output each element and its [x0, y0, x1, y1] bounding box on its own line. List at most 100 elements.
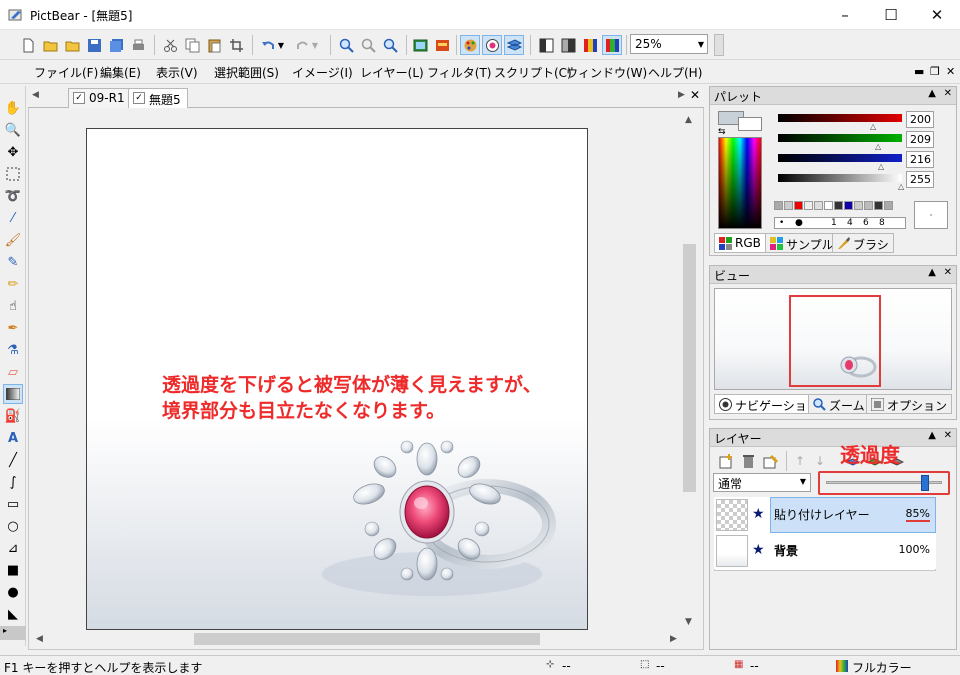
- text-tool-icon[interactable]: A: [3, 428, 23, 448]
- layers-close-icon[interactable]: ✕: [944, 430, 952, 441]
- print-icon[interactable]: [128, 35, 148, 55]
- open-folder-icon[interactable]: [62, 35, 82, 55]
- tab-sample[interactable]: サンプル: [765, 233, 839, 253]
- blue-slider-handle[interactable]: △: [878, 162, 884, 171]
- vertical-scroll-thumb[interactable]: [683, 244, 696, 492]
- green-slider[interactable]: [778, 134, 902, 142]
- layer-down-icon[interactable]: ↓: [810, 451, 830, 471]
- swatch[interactable]: [844, 201, 853, 210]
- crop-icon[interactable]: [226, 35, 246, 55]
- tab-scroll-right-icon[interactable]: ▶: [678, 90, 685, 100]
- swatch[interactable]: [824, 201, 833, 210]
- menu-window[interactable]: ウィンドウ(W): [566, 64, 647, 81]
- dropper-tool-icon[interactable]: ⚗: [3, 340, 23, 360]
- eraser-tool-icon[interactable]: ▱: [3, 362, 23, 382]
- save-all-icon[interactable]: [106, 35, 126, 55]
- background-color-swatch[interactable]: [738, 117, 762, 131]
- swatch[interactable]: [884, 201, 893, 210]
- magnifier-tool-icon[interactable]: 🔍: [3, 120, 23, 140]
- alpha-slider[interactable]: [778, 174, 902, 182]
- wand-tool-icon[interactable]: ⁄: [3, 208, 23, 228]
- maximize-button[interactable]: ☐: [868, 0, 914, 30]
- new-layer-icon[interactable]: [716, 451, 736, 471]
- menu-layer[interactable]: レイヤー(L): [360, 64, 424, 81]
- line-tool-icon[interactable]: ╱: [3, 450, 23, 470]
- finger-tool-icon[interactable]: ☝: [3, 296, 23, 316]
- gradient-tool-icon[interactable]: [3, 384, 23, 404]
- brush-tool-icon[interactable]: 🖌: [3, 230, 23, 250]
- opacity-slider-thumb[interactable]: [920, 475, 929, 491]
- curve-tool-icon[interactable]: ∫: [3, 472, 23, 492]
- lasso-tool-icon[interactable]: ➰: [3, 186, 23, 206]
- zoom-in-icon[interactable]: [336, 35, 356, 55]
- tab-brush[interactable]: ブラシ: [832, 233, 894, 253]
- swatch[interactable]: [784, 201, 793, 210]
- image-icon[interactable]: [410, 35, 430, 55]
- scroll-down-icon[interactable]: ▼: [685, 617, 692, 627]
- menu-edit[interactable]: 編集(E): [100, 64, 141, 81]
- swatch[interactable]: [834, 201, 843, 210]
- pencil-tool-icon[interactable]: ✏: [3, 274, 23, 294]
- menu-help[interactable]: ヘルプ(H): [648, 64, 702, 81]
- view-pin-icon[interactable]: ▲: [928, 267, 936, 278]
- open-file-icon[interactable]: [40, 35, 60, 55]
- new-file-icon[interactable]: [18, 35, 38, 55]
- blue-value-field[interactable]: 216: [906, 151, 934, 168]
- layer-row-background[interactable]: ★ 背景 100%: [714, 533, 936, 569]
- palette-pin-icon[interactable]: ▲: [928, 88, 936, 99]
- mdi-minimize-button[interactable]: ▬: [914, 65, 924, 78]
- scroll-left-icon[interactable]: ◀: [36, 634, 43, 644]
- horizontal-scroll-thumb[interactable]: [194, 633, 540, 645]
- swatch[interactable]: [814, 201, 823, 210]
- layer-row-paste[interactable]: ★ 貼り付けレイヤー 85%: [714, 497, 936, 533]
- fill-tool-icon[interactable]: ⛽: [3, 406, 23, 426]
- filled-polygon-tool-icon[interactable]: ◣: [3, 604, 23, 624]
- paste-icon[interactable]: [204, 35, 224, 55]
- swatch[interactable]: [874, 201, 883, 210]
- swatch[interactable]: [864, 201, 873, 210]
- layer-visible-icon[interactable]: ★: [752, 542, 765, 558]
- alpha-value-field[interactable]: 255: [906, 171, 934, 188]
- blue-slider[interactable]: [778, 154, 902, 162]
- swatch[interactable]: [774, 201, 783, 210]
- mdi-close-button[interactable]: ✕: [946, 65, 955, 78]
- scroll-up-icon[interactable]: ▲: [685, 115, 692, 125]
- tab-rgb[interactable]: RGB: [714, 233, 766, 253]
- blend-mode-select[interactable]: 通常 ▼: [713, 473, 811, 492]
- toolbar-overflow[interactable]: [714, 34, 724, 56]
- hand-tool-icon[interactable]: ✋: [3, 98, 23, 118]
- layers-pin-icon[interactable]: ▲: [928, 430, 936, 441]
- delete-layer-icon[interactable]: [738, 451, 758, 471]
- red-value-field[interactable]: 200: [906, 111, 934, 128]
- layer-visible-icon[interactable]: ★: [752, 506, 765, 522]
- zoom-fit-icon[interactable]: [380, 35, 400, 55]
- mdi-restore-button[interactable]: ❐: [930, 65, 940, 78]
- redo-dropdown-icon[interactable]: ▼: [310, 35, 320, 55]
- color-spectrum[interactable]: [718, 137, 762, 229]
- red-slider[interactable]: [778, 114, 902, 122]
- move-tool-icon[interactable]: ✥: [3, 142, 23, 162]
- tab-zoom[interactable]: ズーム: [808, 394, 870, 414]
- brush-size-row[interactable]: • ● 1 4 6 8: [774, 217, 906, 229]
- layers-toggle-icon[interactable]: [504, 35, 524, 55]
- polygon-tool-icon[interactable]: ⊿: [3, 538, 23, 558]
- stamp-tool-icon[interactable]: ✒: [3, 318, 23, 338]
- palette-close-icon[interactable]: ✕: [944, 88, 952, 99]
- full-color-icon[interactable]: [602, 35, 622, 55]
- save-icon[interactable]: [84, 35, 104, 55]
- toolbox-expand-icon[interactable]: ▸: [0, 626, 26, 640]
- palette-toggle-icon[interactable]: [460, 35, 480, 55]
- minimize-button[interactable]: –: [822, 0, 868, 30]
- tab-09-r1[interactable]: ✓ 09-R1: [68, 88, 132, 108]
- rect-select-tool-icon[interactable]: [3, 164, 23, 184]
- filled-rect-tool-icon[interactable]: ■: [3, 560, 23, 580]
- red-slider-handle[interactable]: △: [870, 122, 876, 131]
- view-close-icon[interactable]: ✕: [944, 267, 952, 278]
- scroll-right-icon[interactable]: ▶: [670, 634, 677, 644]
- menu-file[interactable]: ファイル(F): [34, 64, 98, 81]
- swap-colors-icon[interactable]: ⇆: [718, 127, 726, 137]
- menu-script[interactable]: スクリプト(C): [494, 64, 572, 81]
- layer-up-icon[interactable]: ↑: [790, 451, 810, 471]
- alpha-slider-handle[interactable]: △: [898, 182, 904, 191]
- undo-dropdown-icon[interactable]: ▼: [276, 35, 286, 55]
